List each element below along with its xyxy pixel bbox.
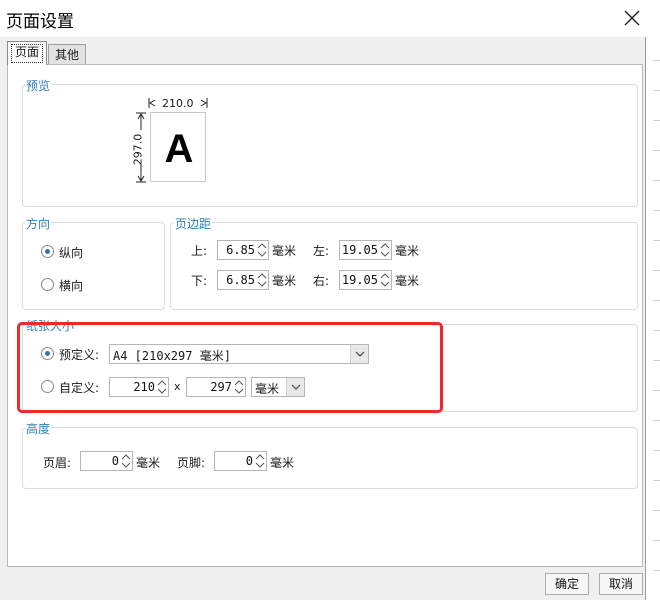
margin-left-unit: 毫米 <box>395 244 420 258</box>
margin-right-value: 19.05 <box>341 273 378 287</box>
footer-height-value: 0 <box>245 454 253 468</box>
margin-right-spinner[interactable]: 19.05 <box>339 270 392 290</box>
orientation-group <box>22 222 165 310</box>
custom-unit-select[interactable]: 毫米 <box>251 377 305 397</box>
margin-top-label: 上: <box>191 244 208 258</box>
preview-letter: A <box>164 127 194 171</box>
header-height-spinner[interactable]: 0 <box>80 451 133 471</box>
tab-page[interactable]: 页面 <box>7 41 47 65</box>
custom-unit-value: 毫米 <box>255 382 280 396</box>
footer-height-label: 页脚: <box>177 456 206 470</box>
ok-button[interactable]: 确定 <box>545 573 589 595</box>
spinner-arrows-icon[interactable] <box>233 378 245 396</box>
header-height-unit: 毫米 <box>136 456 161 470</box>
preview-height-text: 297.0 <box>131 133 145 166</box>
spinner-arrows-icon[interactable] <box>256 271 268 289</box>
margin-bottom-value: 6.85 <box>226 273 255 287</box>
custom-width-value: 210 <box>133 380 155 394</box>
custom-width-spinner[interactable]: 210 <box>109 377 169 397</box>
spinner-arrows-icon[interactable] <box>256 241 268 259</box>
spinner-arrows-icon[interactable] <box>379 271 391 289</box>
spinner-arrows-icon[interactable] <box>254 452 266 470</box>
margin-bottom-spinner[interactable]: 6.85 <box>217 270 269 290</box>
paper-size-group-label: 纸张大小 <box>25 317 76 334</box>
preview-group-label: 预览 <box>25 77 52 94</box>
height-group-label: 高度 <box>25 420 52 437</box>
chevron-down-icon <box>291 384 301 390</box>
preset-size-dropdown-button[interactable] <box>350 345 368 363</box>
margin-top-value: 6.85 <box>226 243 255 257</box>
margin-bottom-unit: 毫米 <box>272 274 297 288</box>
spinner-arrows-icon[interactable] <box>156 378 168 396</box>
margin-left-value: 19.05 <box>341 243 378 257</box>
margin-right-unit: 毫米 <box>395 274 420 288</box>
custom-size-times: x <box>174 380 181 393</box>
orientation-group-label: 方向 <box>25 215 52 232</box>
preset-size-label: 预定义: <box>59 348 100 362</box>
title-bar: 页面设置 <box>0 0 646 37</box>
cancel-button[interactable]: 取消 <box>599 573 643 595</box>
landscape-label: 横向 <box>59 279 84 293</box>
margin-bottom-label: 下: <box>191 274 208 288</box>
background-window-strip <box>647 0 660 600</box>
page-preview: A <box>150 112 206 182</box>
tab-panel-page: 预览 方向 页边距 纸张大小 高度 <box>7 64 643 567</box>
preview-group <box>22 84 638 207</box>
preset-size-radio[interactable] <box>41 347 54 360</box>
spinner-arrows-icon[interactable] <box>379 241 391 259</box>
tab-other-label: 其他 <box>54 48 79 62</box>
close-button[interactable] <box>618 4 646 32</box>
tab-other[interactable]: 其他 <box>48 44 86 66</box>
cancel-button-label: 取消 <box>608 577 633 591</box>
margin-left-label: 左: <box>313 244 330 258</box>
dialog-title: 页面设置 <box>6 12 74 32</box>
ok-button-label: 确定 <box>554 577 579 591</box>
footer-height-spinner[interactable]: 0 <box>214 451 267 471</box>
preset-size-value: A4 [210x297 毫米] <box>113 349 231 363</box>
header-height-label: 页眉: <box>43 456 72 470</box>
custom-height-value: 297 <box>210 380 232 394</box>
custom-height-spinner[interactable]: 297 <box>186 377 246 397</box>
chevron-down-icon <box>355 351 365 357</box>
page-setup-dialog: 页面设置 页面 其他 预览 方向 页边距 纸张大小 高度 A 210.0 297… <box>0 0 646 600</box>
portrait-radio[interactable] <box>41 245 54 258</box>
portrait-label: 纵向 <box>59 246 84 260</box>
margins-group <box>170 222 638 310</box>
custom-size-label: 自定义: <box>59 381 100 395</box>
custom-size-radio[interactable] <box>41 380 54 393</box>
margin-right-label: 右: <box>313 274 330 288</box>
footer-height-unit: 毫米 <box>270 456 295 470</box>
spinner-arrows-icon[interactable] <box>120 452 132 470</box>
margins-group-label: 页边距 <box>174 215 213 232</box>
close-icon <box>624 10 640 26</box>
margin-top-unit: 毫米 <box>272 244 297 258</box>
landscape-radio[interactable] <box>41 278 54 291</box>
tab-focus-outline <box>11 44 43 63</box>
preset-size-select[interactable]: A4 [210x297 毫米] <box>109 344 369 364</box>
custom-unit-dropdown-button[interactable] <box>286 378 304 396</box>
header-height-value: 0 <box>111 454 119 468</box>
paper-size-group <box>22 324 638 412</box>
margin-top-spinner[interactable]: 6.85 <box>217 240 269 260</box>
preview-width-text: 210.0 <box>162 97 194 110</box>
margin-left-spinner[interactable]: 19.05 <box>339 240 392 260</box>
